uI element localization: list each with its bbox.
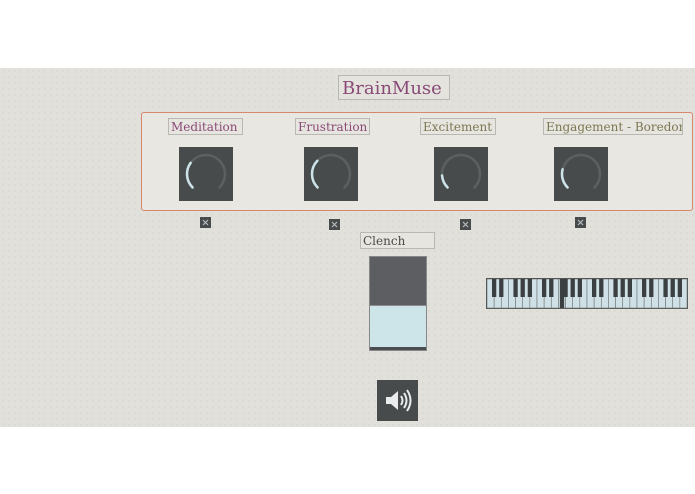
black-key bbox=[649, 279, 654, 297]
black-key bbox=[627, 279, 632, 297]
x-icon bbox=[462, 221, 469, 228]
black-key bbox=[677, 279, 682, 297]
knob-value-arc bbox=[440, 174, 449, 189]
black-key bbox=[542, 279, 547, 297]
x-icon bbox=[331, 221, 338, 228]
clench-slider-base bbox=[370, 347, 426, 350]
black-key bbox=[513, 279, 518, 297]
pressed-key-indicator bbox=[559, 279, 565, 308]
x-icon bbox=[577, 219, 584, 226]
meditation-label: Meditation bbox=[168, 118, 243, 135]
knob-value-arc bbox=[560, 168, 569, 189]
audio-output-button[interactable] bbox=[377, 380, 418, 421]
black-key bbox=[492, 279, 497, 297]
black-key bbox=[570, 279, 575, 297]
black-key bbox=[577, 279, 582, 297]
knob-dial-icon bbox=[185, 153, 227, 189]
clench-label: Clench bbox=[360, 232, 435, 249]
knob-track bbox=[560, 153, 602, 189]
engagement-boredom-toggle[interactable] bbox=[575, 217, 586, 228]
x-icon bbox=[202, 219, 209, 226]
excitement-toggle[interactable] bbox=[460, 219, 471, 230]
black-key bbox=[527, 279, 532, 297]
piano-keyboard-icon bbox=[487, 279, 688, 309]
knob-value-arc bbox=[185, 161, 194, 189]
black-key bbox=[613, 279, 618, 297]
clench-slider[interactable] bbox=[369, 256, 427, 351]
speaker-volume-icon bbox=[386, 389, 412, 412]
knob-track bbox=[440, 153, 482, 189]
app-title: BrainMuse bbox=[338, 75, 450, 100]
meditation-knob[interactable] bbox=[179, 147, 233, 201]
excitement-label: Excitement bbox=[420, 118, 496, 135]
frustration-toggle[interactable] bbox=[329, 219, 340, 230]
engagement-boredom-knob[interactable] bbox=[554, 147, 608, 201]
frustration-knob[interactable] bbox=[304, 147, 358, 201]
clench-slider-empty-region bbox=[370, 257, 426, 306]
black-key bbox=[520, 279, 525, 297]
knob-value-arc bbox=[310, 159, 319, 189]
black-key bbox=[663, 279, 668, 297]
knob-dial-icon bbox=[440, 153, 482, 189]
meditation-toggle[interactable] bbox=[200, 217, 211, 228]
black-key bbox=[620, 279, 625, 297]
frustration-label: Frustration bbox=[295, 118, 370, 135]
black-key bbox=[499, 279, 504, 297]
black-key bbox=[642, 279, 647, 297]
black-key bbox=[599, 279, 604, 297]
black-key bbox=[549, 279, 554, 297]
piano-keyboard[interactable] bbox=[486, 278, 688, 309]
knob-track bbox=[185, 153, 227, 189]
black-key bbox=[592, 279, 597, 297]
engagement-boredom-label: Engagement - Boredom bbox=[543, 118, 683, 135]
knob-dial-icon bbox=[310, 153, 352, 189]
black-key bbox=[670, 279, 675, 297]
knob-dial-icon bbox=[560, 153, 602, 189]
excitement-knob[interactable] bbox=[434, 147, 488, 201]
